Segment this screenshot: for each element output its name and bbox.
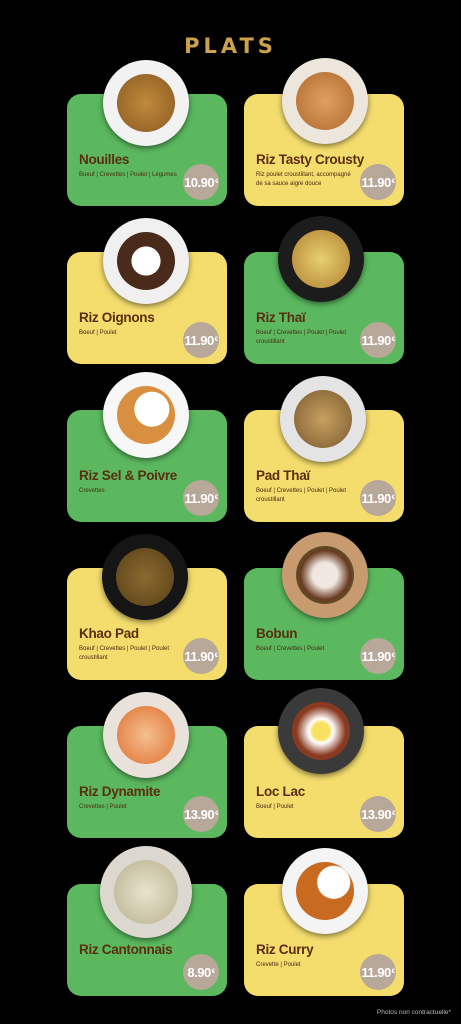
price-badge: 13.90 € [183,796,219,832]
item-name: Loc Lac [256,784,305,799]
item-name: Pad Thaï [256,468,310,483]
dish-photo-riz-thai [278,216,364,302]
price-badge: 10.90 € [183,164,219,200]
dish-photo-riz-cantonnais [100,846,192,938]
price-badge: 11.90 € [360,480,396,516]
dish-photo-riz-curry [282,848,368,934]
price-badge: 11.90 € [360,164,396,200]
price-badge: 11.90 € [183,480,219,516]
item-description: Boeuf | Crevettes | Poulet | Légumes [79,172,177,178]
item-description: Crevettes | Poulet [79,804,127,810]
item-name: Riz Tasty Crousty [256,152,364,167]
item-name: Riz Thaï [256,310,306,325]
item-name: Riz Curry [256,942,314,957]
price-badge: 11.90 € [183,322,219,358]
item-description: Boeuf | Poulet [79,330,117,336]
dish-photo-riz-sel-poivre [103,372,189,458]
item-description: Boeuf | Crevettes | Poulet | Poulet crou… [256,488,347,503]
item-name: Riz Dynamite [79,784,161,799]
price-badge: 13.90 € [360,796,396,832]
item-name: Nouilles [79,152,130,167]
footer-note: Photos non contractuelle* [376,1009,451,1016]
item-description: Crevette | Poulet [256,962,301,968]
item-description: Boeuf | Poulet [256,804,294,810]
item-name: Riz Oignons [79,310,155,325]
dish-photo-nouilles [103,60,189,146]
page-title: PLATS [184,34,277,58]
price-badge: 11.90 € [183,638,219,674]
price-badge: 11.90 € [360,954,396,990]
dish-photo-riz-oignons [103,218,189,304]
item-name: Riz Sel & Poivre [79,468,177,483]
dish-photo-pad-thai [280,376,366,462]
dish-photo-loc-lac [278,688,364,774]
item-description: Riz poulet croustillant, accompagné de s… [256,172,351,187]
dish-photo-bobun [282,532,368,618]
dish-photo-khao-pad [102,534,188,620]
item-description: Crevettes [79,488,105,494]
dish-photo-riz-dynamite [103,692,189,778]
item-name: Riz Cantonnais [79,942,173,957]
price-badge: 11.90 € [360,322,396,358]
dish-photo-riz-tasty-crousty [282,58,368,144]
price-badge: 8.90 € [183,954,219,990]
price-badge: 11.90 € [360,638,396,674]
item-description: Boeuf | Crevettes | Poulet [256,646,325,652]
item-description: Boeuf | Crevettes | Poulet | Poulet crou… [256,330,347,345]
item-description: Boeuf | Crevettes | Poulet | Poulet crou… [79,646,170,661]
item-name: Bobun [256,626,298,641]
item-name: Khao Pad [79,626,139,641]
